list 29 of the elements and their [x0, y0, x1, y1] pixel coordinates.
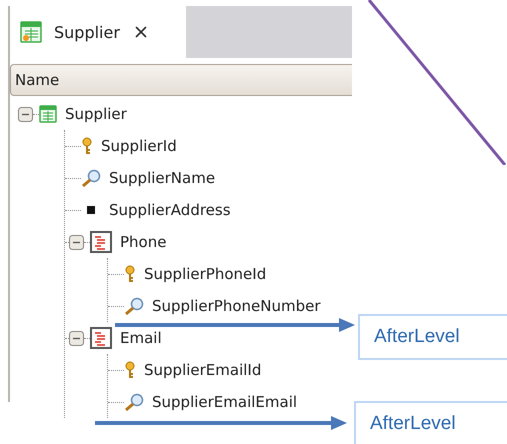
- collapse-toggle[interactable]: [69, 330, 84, 346]
- callout-label: AfterLevel: [358, 314, 507, 360]
- magnifier-icon: [124, 393, 144, 411]
- key-icon: [81, 137, 93, 155]
- tab-title: Supplier: [54, 22, 120, 42]
- key-icon: [124, 361, 136, 379]
- tree-item[interactable]: Phone: [120, 233, 166, 251]
- tree-item[interactable]: Email: [120, 329, 162, 347]
- tree-item[interactable]: SupplierPhoneNumber: [152, 297, 321, 315]
- editor-tab[interactable]: Supplier: [10, 6, 186, 58]
- bullet-icon: [87, 206, 95, 214]
- key-icon: [124, 265, 136, 283]
- level-icon: [90, 231, 112, 253]
- column-header[interactable]: Name: [10, 64, 352, 96]
- table-icon: [20, 21, 42, 43]
- level-icon: [90, 327, 112, 349]
- magnifier-icon: [124, 297, 144, 315]
- tree-item[interactable]: SupplierId: [101, 137, 177, 155]
- table-icon: [39, 105, 57, 123]
- tree-item[interactable]: SupplierName: [109, 169, 216, 187]
- tree-item[interactable]: SupplierPhoneId: [144, 265, 266, 283]
- tree-item[interactable]: Supplier: [65, 105, 127, 123]
- collapse-toggle[interactable]: [69, 234, 84, 250]
- collapse-toggle[interactable]: [18, 106, 33, 122]
- tree-item[interactable]: SupplierEmailEmail: [152, 393, 298, 411]
- magnifier-icon: [81, 169, 101, 187]
- callout-label: AfterLevel: [354, 401, 507, 444]
- tree-item[interactable]: SupplierEmailId: [144, 361, 262, 379]
- tree-item[interactable]: SupplierAddress: [109, 201, 231, 219]
